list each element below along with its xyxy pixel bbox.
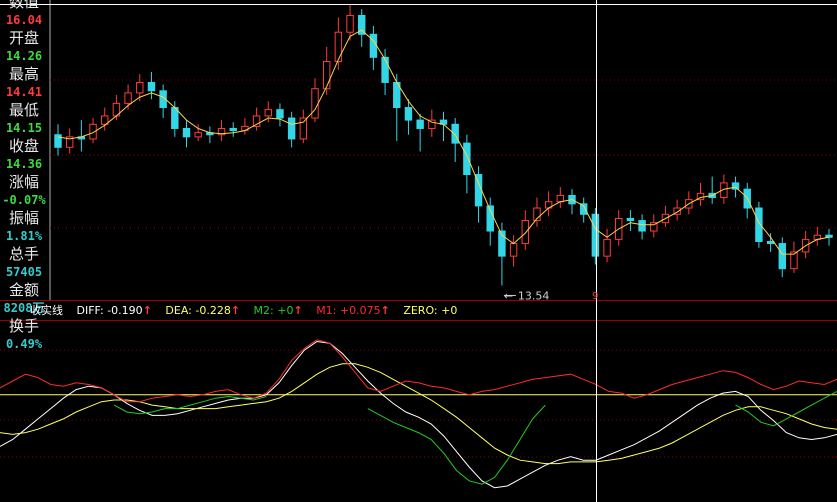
info-value: 14.41 [5,85,43,99]
info-label: 最低 [8,101,39,119]
candle-body [463,142,471,176]
legend-diff: DIFF: -0.190↑ [76,304,152,317]
info-label: 收盘 [8,137,39,155]
candle-body [147,81,156,92]
up-arrow-icon: ↑ [230,304,241,317]
candle-body [778,243,786,270]
candle-body [311,88,319,119]
indicator-legend: 收实线 DIFF: -0.190↑ DEA: -0.228↑ M2: +0↑ M… [30,303,467,319]
candle-body [825,234,833,238]
candle-body [381,56,389,83]
price-grid [0,0,837,321]
candle-body [638,220,646,232]
legend-dea: DEA: -0.228↑ [165,304,241,317]
macd-panel [0,339,837,489]
dea-line [0,363,837,465]
candle-body [182,127,191,138]
crosshair: 9 [0,0,837,502]
candle-body [451,123,459,144]
m1-line [0,339,837,403]
candle-body [626,217,635,222]
up-arrow-icon: ↑ [293,304,303,317]
info-label: 总手 [8,245,39,263]
macd-grid [0,349,837,458]
quote-info-panel: 数值 16.04 开盘 14.26 最高 14.41 最低 14.15 收盘 14.36 涨幅 -0.… [0,0,48,351]
info-value: 14.15 [5,121,43,135]
candle-body [346,14,354,33]
info-label: 涨幅 [8,173,39,191]
info-value: 16.04 [5,13,43,27]
low-price-label: 13.54 [518,289,550,302]
candle-body [603,238,611,257]
info-label: 换手 [8,317,39,335]
info-value: 0.49% [5,337,43,351]
left-arrow-icon: ← [504,289,513,302]
candle-body [322,61,331,90]
candle-body [731,182,740,190]
legend-zero: ZERO: +0 [403,304,458,317]
candle-body [229,127,237,132]
price-panel: 13.54 ← [54,5,833,302]
candle-body [591,213,600,257]
legend-m2: M2: +0↑ [253,304,303,317]
candle-body [369,33,378,58]
info-value: 14.36 [5,157,43,171]
moving-average-line [57,29,830,255]
candle-body [766,240,775,245]
candle-body [404,107,413,121]
candle-body [54,134,62,148]
info-label: 数值 [8,0,39,11]
info-value: 14.26 [5,49,43,63]
info-value: -0.07% [2,193,46,207]
info-value: 1.81% [5,229,43,243]
candle-body [287,117,296,140]
candle-body [124,92,132,104]
diff-line [0,340,837,489]
up-arrow-icon: ↑ [142,304,152,317]
info-label: 振幅 [8,209,39,227]
cursor-date-label: 9 [592,291,598,302]
candle-body [334,31,343,63]
candle-body [194,132,202,138]
info-label: 金额 [8,281,39,299]
candle-body [474,174,483,207]
candle-body [416,119,424,129]
info-value: 57405 [5,265,43,279]
up-arrow-icon: ↑ [380,304,390,317]
candle-body [509,243,518,257]
legend-m1: M1: +0.075↑ [316,304,390,317]
candle-body [136,81,144,94]
stock-chart[interactable]: 13.54 ← 9 [0,0,837,502]
candle-body [299,117,308,140]
m2-line [735,390,837,427]
info-label: 最高 [8,65,39,83]
candle-body [521,220,529,245]
candle-body [276,109,284,119]
info-label: 开盘 [8,29,39,47]
candle-body [264,109,272,117]
indicator-name[interactable]: 收实线 [30,304,63,317]
